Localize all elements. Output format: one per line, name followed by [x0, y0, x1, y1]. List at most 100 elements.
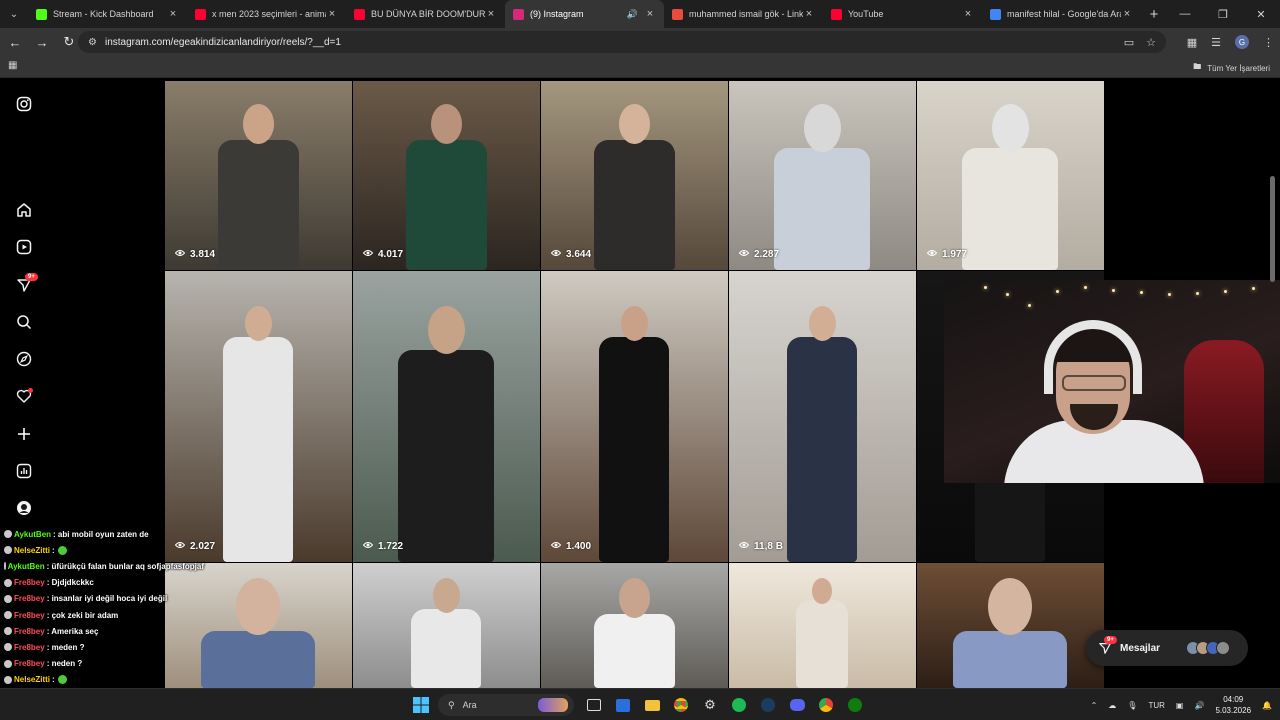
tab-close-icon[interactable]: × — [1121, 8, 1133, 20]
reel-thumbnail[interactable]: 11,8 B — [729, 271, 916, 562]
file-explorer-icon[interactable] — [640, 693, 664, 717]
task-view-icon[interactable] — [582, 693, 606, 717]
clock-time: 04:09 — [1223, 695, 1244, 704]
dashboard-chart-icon[interactable] — [14, 461, 34, 481]
cast-icon[interactable]: ▭ — [1124, 36, 1134, 49]
close-window-icon[interactable]: ✕ — [1242, 0, 1280, 28]
site-info-icon[interactable]: ⚙ — [88, 37, 97, 48]
spotify-icon[interactable] — [727, 693, 751, 717]
chrome-icon[interactable] — [669, 693, 693, 717]
create-plus-icon[interactable] — [14, 424, 34, 444]
language-indicator[interactable]: TUR — [1148, 701, 1164, 710]
minimize-icon[interactable]: — — [1166, 0, 1204, 28]
browser-tab[interactable]: muhammed ismail gök - Linkb × — [664, 0, 823, 28]
tab-close-icon[interactable]: × — [644, 8, 656, 20]
notifications-icon[interactable]: 🔔 — [1262, 701, 1272, 710]
chrome-active-icon[interactable] — [814, 693, 838, 717]
chat-username[interactable]: NelseZitti — [14, 675, 50, 684]
chrome-menu-icon[interactable]: ⋮ — [1263, 36, 1274, 49]
new-tab-button[interactable]: + — [1141, 6, 1167, 23]
chat-username[interactable]: AykutBen — [14, 530, 51, 539]
discord-icon[interactable] — [785, 693, 809, 717]
view-count-text: 11,8 B — [754, 541, 783, 552]
tab-close-icon[interactable]: × — [326, 8, 338, 20]
reel-thumbnail[interactable] — [541, 563, 728, 688]
home-icon[interactable] — [14, 200, 34, 220]
chat-username[interactable]: Fre8bey — [14, 659, 45, 668]
back-icon[interactable]: ← — [3, 30, 27, 54]
reel-thumbnail[interactable]: 3.644 — [541, 81, 728, 270]
messages-button[interactable]: 9+ Mesajlar — [1086, 630, 1248, 666]
chat-username[interactable]: Fre8bey — [14, 594, 45, 603]
profile-avatar[interactable]: G — [1235, 35, 1249, 49]
store-icon[interactable] — [611, 693, 635, 717]
microphone-icon[interactable]: 🎙 — [1127, 701, 1137, 710]
xbox-icon[interactable] — [843, 693, 867, 717]
forward-icon[interactable]: → — [30, 30, 54, 54]
tab-search-chevron-icon[interactable]: ⌄ — [0, 0, 28, 28]
reel-thumbnail[interactable] — [353, 563, 540, 688]
tab-title: manifest hilal - Google'da Ara — [1007, 9, 1121, 19]
browser-tab[interactable]: YouTube × — [823, 0, 982, 28]
reel-view-count: 1.722 — [362, 541, 403, 552]
onedrive-icon[interactable]: ☁ — [1108, 701, 1116, 710]
restore-icon[interactable]: ❐ — [1204, 0, 1242, 28]
browser-tab[interactable]: x men 2023 seçimleri - animate × — [187, 0, 346, 28]
reel-thumbnail[interactable]: 1.400 — [541, 271, 728, 562]
search-highlight-icon — [538, 698, 568, 712]
tab-close-icon[interactable]: × — [485, 8, 497, 20]
chat-username[interactable]: AykutBen — [8, 562, 45, 571]
chat-text: : Djdjdkckkc — [46, 578, 94, 588]
reel-person-head — [812, 578, 832, 604]
reel-thumbnail[interactable] — [917, 563, 1104, 688]
reel-view-count: 11,8 B — [738, 541, 783, 552]
chat-username[interactable]: Fre8bey — [14, 611, 45, 620]
view-count-text: 1.400 — [566, 541, 592, 552]
browser-tab[interactable]: (9) Instagram 🔊 × — [505, 0, 664, 28]
view-count-text: 3.644 — [566, 249, 592, 260]
chat-username[interactable]: Fre8bey — [14, 643, 45, 652]
reel-thumbnail[interactable]: 1.977 — [917, 81, 1104, 270]
reel-thumbnail[interactable]: 1.722 — [353, 271, 540, 562]
explore-compass-icon[interactable] — [14, 349, 34, 369]
search-icon[interactable] — [14, 312, 34, 332]
page-scrollbar[interactable] — [1270, 176, 1275, 282]
extensions-icon[interactable]: ▦ — [1187, 36, 1197, 49]
address-bar[interactable]: ⚙ instagram.com/egeakindizicanlandiriyor… — [78, 31, 1166, 53]
apps-grid-icon[interactable]: ▦ — [8, 60, 17, 71]
browser-tab[interactable]: manifest hilal - Google'da Ara × — [982, 0, 1141, 28]
browser-tab[interactable]: BU DÜNYA BİR DOOM'DUR - Y× — [346, 0, 505, 28]
steam-icon[interactable] — [756, 693, 780, 717]
chat-username[interactable]: Fre8bey — [14, 578, 45, 587]
browser-tab[interactable]: Stream - Kick Dashboard × — [28, 0, 187, 28]
tray-chevron-icon[interactable]: ⌃ — [1091, 701, 1098, 710]
bookmark-star-icon[interactable]: ☆ — [1146, 36, 1156, 49]
profile-avatar-icon[interactable] — [14, 498, 34, 518]
reel-thumbnail[interactable] — [729, 563, 916, 688]
url-text[interactable]: instagram.com/egeakindizicanlandiriyor/r… — [105, 37, 341, 48]
reel-view-count: 4.017 — [362, 249, 403, 260]
instagram-logo-icon[interactable] — [14, 94, 34, 114]
tab-audio-icon[interactable]: 🔊 — [627, 9, 638, 20]
reel-thumbnail[interactable]: 2.287 — [729, 81, 916, 270]
tab-close-icon[interactable]: × — [803, 8, 815, 20]
clock[interactable]: 04:09 5.03.2026 — [1215, 694, 1251, 716]
eye-icon — [362, 249, 374, 260]
all-bookmarks-folder[interactable]: 🖿 Tüm Yer İşaretleri — [1193, 61, 1270, 75]
chat-username[interactable]: Fre8bey — [14, 627, 45, 636]
reel-thumbnail[interactable]: 3.814 — [165, 81, 352, 270]
chat-username[interactable]: NelseZitti — [14, 546, 50, 555]
reels-icon[interactable] — [14, 237, 34, 257]
settings-icon[interactable]: ⚙ — [698, 693, 722, 717]
reel-thumbnail[interactable]: 2.027 — [165, 271, 352, 562]
windows-start-icon[interactable] — [409, 693, 433, 717]
network-icon[interactable]: ▣ — [1176, 701, 1184, 710]
chat-badge-icon — [4, 643, 12, 652]
reel-thumbnail[interactable]: 4.017 — [353, 81, 540, 270]
reel-person-head — [430, 104, 462, 144]
tab-close-icon[interactable]: × — [962, 8, 974, 20]
tab-close-icon[interactable]: × — [167, 8, 179, 20]
volume-icon[interactable]: 🔊 — [1194, 701, 1204, 710]
taskbar-search[interactable]: ⚲ Ara — [438, 694, 574, 716]
reading-list-icon[interactable]: ☰ — [1211, 36, 1221, 49]
